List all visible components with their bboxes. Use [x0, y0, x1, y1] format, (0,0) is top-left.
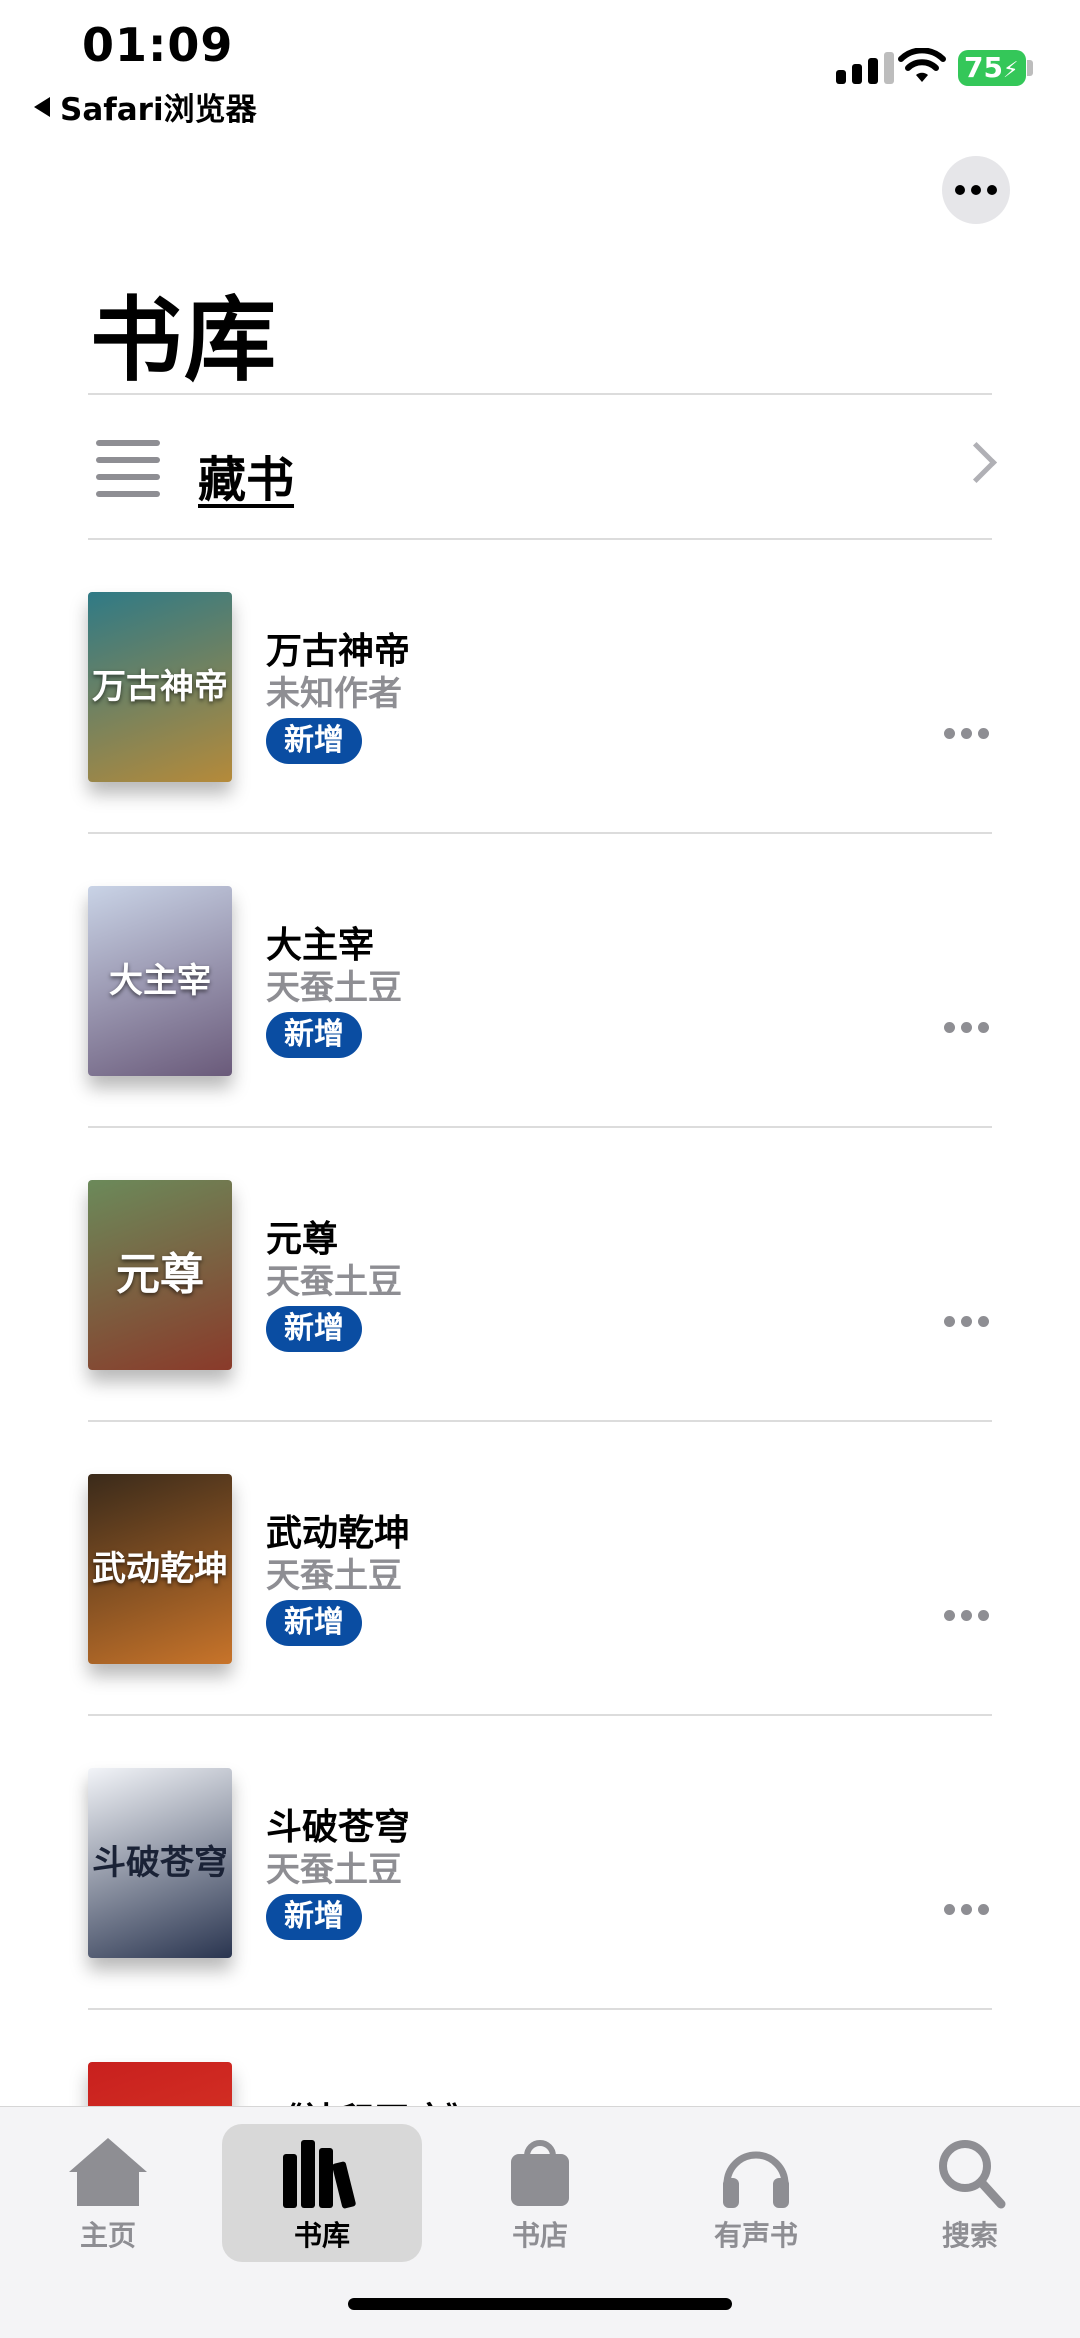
magnifier-icon: [939, 2140, 1006, 2209]
book-cover[interactable]: 元尊: [88, 1180, 232, 1370]
tab-home[interactable]: 主页: [8, 2124, 208, 2262]
library-books-icon: [283, 2140, 356, 2209]
ellipsis-icon: [955, 185, 965, 195]
cellular-signal-icon: [836, 52, 894, 84]
status-time: 01:09: [82, 18, 234, 72]
new-badge: 新增: [266, 1306, 362, 1352]
book-cover[interactable]: 万古神帝: [88, 592, 232, 782]
ellipsis-icon: [961, 1904, 972, 1915]
back-to-safari-link[interactable]: Safari浏览器: [34, 84, 257, 129]
ellipsis-icon: [978, 1022, 989, 1033]
ellipsis-icon: [961, 1610, 972, 1621]
book-cover[interactable]: 武动乾坤: [88, 1474, 232, 1664]
battery-tip: [1027, 60, 1033, 76]
book-row[interactable]: 武动乾坤 武动乾坤 天蚕土豆 新增: [88, 1422, 992, 1716]
ellipsis-icon: [978, 1610, 989, 1621]
ellipsis-icon: [944, 1610, 955, 1621]
book-more-button[interactable]: [944, 1610, 989, 1621]
shopping-bag-icon: [511, 2140, 569, 2206]
ellipsis-icon: [961, 1022, 972, 1033]
tab-label: 搜索: [941, 2219, 998, 2252]
ellipsis-icon: [961, 1316, 972, 1327]
page-title: 书库: [90, 287, 279, 394]
book-author: 天蚕土豆: [266, 968, 402, 1008]
ellipsis-icon: [944, 1022, 955, 1033]
headphones-icon: [723, 2151, 789, 2208]
cover-title-text: 万古神帝: [92, 667, 228, 707]
wifi-icon: [898, 48, 946, 82]
tab-search[interactable]: 搜索: [870, 2124, 1070, 2262]
new-badge: 新增: [266, 1894, 362, 1940]
book-more-button[interactable]: [944, 728, 989, 739]
divider: [88, 393, 992, 395]
tab-audiobooks[interactable]: 有声书: [656, 2124, 856, 2262]
back-triangle-icon: [34, 96, 50, 117]
book-cover[interactable]: 斗破苍穹: [88, 1768, 232, 1958]
book-more-button[interactable]: [944, 1904, 989, 1915]
book-author: 天蚕土豆: [266, 1850, 402, 1890]
cover-title-text: 元尊: [116, 1249, 204, 1300]
new-badge: 新增: [266, 1600, 362, 1646]
tab-library[interactable]: 书库: [222, 2124, 422, 2262]
back-label: Safari浏览器: [60, 92, 257, 128]
book-row[interactable]: 元尊 元尊 天蚕土豆 新增: [88, 1128, 992, 1422]
cover-title-text: 武动乾坤: [92, 1549, 228, 1589]
book-row[interactable]: 大主宰 大主宰 天蚕土豆 新增: [88, 834, 992, 1128]
tab-label: 有声书: [713, 2219, 798, 2252]
book-author: 未知作者: [266, 674, 402, 714]
tab-label: 书库: [293, 2219, 350, 2252]
home-indicator: [348, 2298, 732, 2310]
cover-title-text: 斗破苍穹: [92, 1843, 228, 1883]
ellipsis-icon: [944, 728, 955, 739]
book-cover[interactable]: 大主宰: [88, 886, 232, 1076]
ellipsis-icon: [978, 1904, 989, 1915]
house-icon: [69, 2138, 147, 2206]
ellipsis-icon: [944, 1904, 955, 1915]
cover-title-text: 大主宰: [109, 961, 211, 1001]
new-badge: 新增: [266, 718, 362, 764]
ellipsis-icon: [978, 1316, 989, 1327]
battery-icon: 75⚡: [958, 50, 1026, 86]
ellipsis-icon: [961, 728, 972, 739]
more-options-button[interactable]: [942, 156, 1010, 224]
tab-label: 书店: [511, 2219, 568, 2252]
book-author: 天蚕土豆: [266, 1262, 402, 1302]
tab-label: 主页: [79, 2219, 136, 2252]
ellipsis-icon: [978, 728, 989, 739]
book-author: 天蚕土豆: [266, 1556, 402, 1596]
book-row[interactable]: 万古神帝 万古神帝 未知作者 新增: [88, 540, 992, 834]
book-more-button[interactable]: [944, 1022, 989, 1033]
tab-bookstore[interactable]: 书店: [440, 2124, 640, 2262]
book-more-button[interactable]: [944, 1316, 989, 1327]
new-badge: 新增: [266, 1012, 362, 1058]
book-row[interactable]: 斗破苍穹 斗破苍穹 天蚕土豆 新增: [88, 1716, 992, 2010]
list-icon: [96, 440, 160, 508]
ellipsis-icon: [944, 1316, 955, 1327]
battery-level: 75: [964, 51, 1003, 84]
collections-label: 藏书: [198, 452, 295, 508]
